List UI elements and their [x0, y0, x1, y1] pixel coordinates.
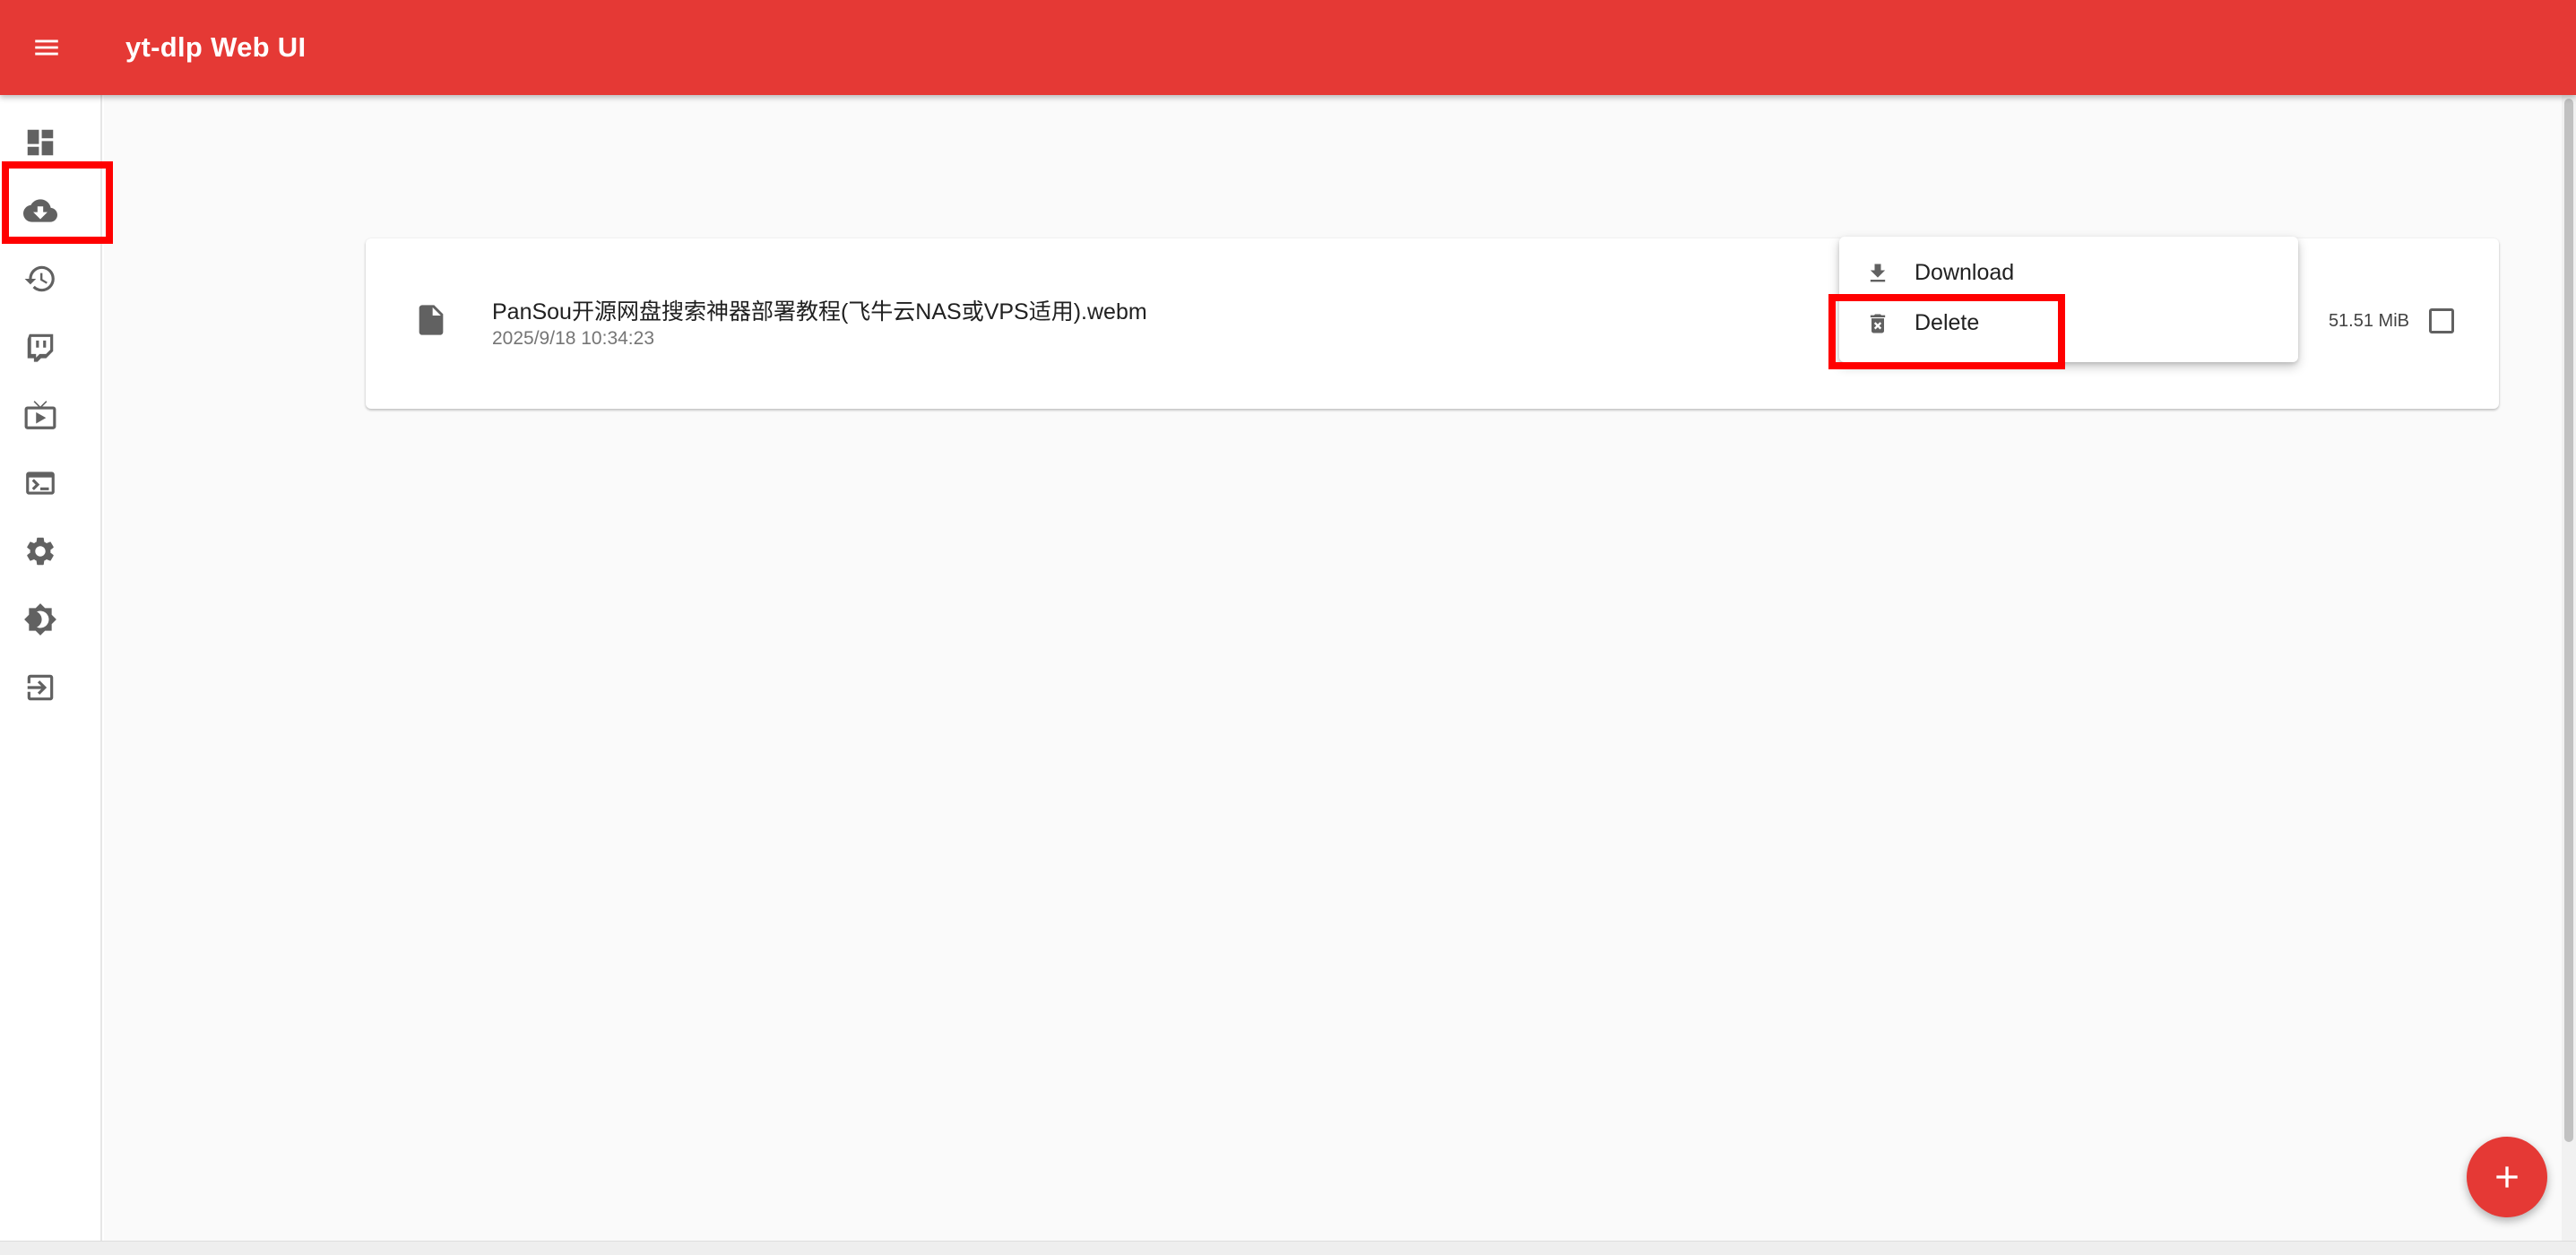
menu-item-download-label: Download — [1915, 260, 2015, 285]
live-tv-icon — [24, 401, 56, 429]
sidebar-item-logout[interactable] — [13, 660, 68, 715]
file-context-menu: Download Delete — [1839, 237, 2298, 362]
logout-icon — [27, 674, 54, 701]
sidebar-item-dashboard[interactable] — [13, 115, 68, 170]
file-name: PanSou开源网盘搜索神器部署教程(飞牛云NAS或VPS适用).webm — [492, 299, 1147, 325]
file-date: 2025/9/18 10:34:23 — [492, 328, 655, 349]
video-file-icon — [419, 305, 444, 335]
file-size: 51.51 MiB — [2328, 311, 2409, 331]
sidebar-item-theme[interactable] — [13, 592, 68, 647]
app-title: yt-dlp Web UI — [125, 31, 307, 63]
menu-item-delete-label: Delete — [1915, 310, 1980, 335]
download-icon — [1870, 264, 1886, 282]
delete-icon — [1870, 314, 1886, 333]
sidebar-item-live-tv[interactable] — [13, 387, 68, 443]
sidebar-item-terminal[interactable] — [13, 455, 68, 511]
sidebar-item-downloads[interactable] — [13, 183, 68, 238]
terminal-icon — [26, 472, 55, 495]
sidebar — [0, 95, 102, 1255]
menu-item-delete[interactable]: Delete — [1839, 298, 2298, 348]
dashboard-icon — [27, 129, 54, 156]
cloud-download-icon — [23, 199, 57, 222]
sidebar-item-twitch[interactable] — [13, 319, 68, 375]
download-icon-wrap — [1864, 260, 1891, 287]
file-select-checkbox[interactable] — [2429, 308, 2454, 333]
history-icon — [24, 265, 55, 292]
twitch-icon — [27, 333, 54, 362]
menu-item-download[interactable]: Download — [1839, 247, 2298, 298]
brightness-theme-icon — [24, 603, 56, 636]
sidebar-item-history[interactable] — [13, 251, 68, 307]
bottom-strip — [0, 1241, 2576, 1255]
sidebar-item-settings[interactable] — [13, 524, 68, 579]
menu-button[interactable] — [20, 21, 73, 74]
plus-icon — [2496, 1166, 2518, 1188]
app-bar: yt-dlp Web UI — [0, 0, 2576, 95]
delete-icon-wrap — [1864, 310, 1891, 337]
scrollbar-thumb[interactable] — [2564, 99, 2573, 1142]
add-download-fab[interactable] — [2467, 1137, 2547, 1217]
file-icon-wrap — [412, 301, 450, 339]
hamburger-menu-icon — [35, 39, 58, 56]
app-root: yt-dlp Web UI PanSou开源网盘搜索神器部署教程(飞牛云NAS或… — [0, 0, 2576, 1255]
settings-gear-icon — [27, 537, 54, 566]
